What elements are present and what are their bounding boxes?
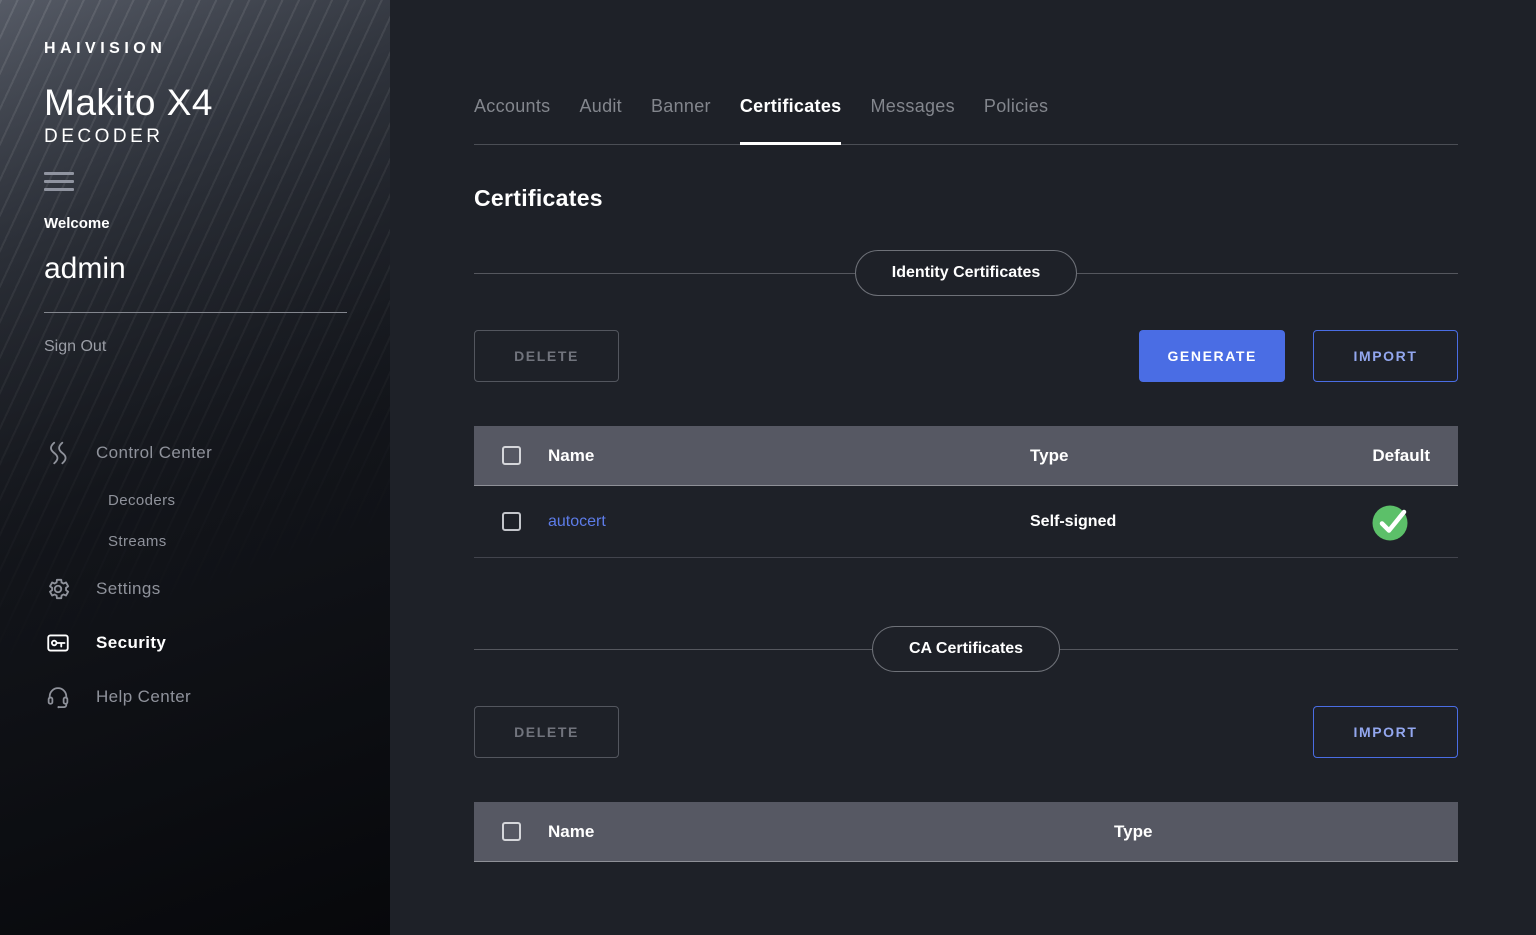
tab-accounts[interactable]: Accounts: [474, 96, 550, 144]
divider-line: [1077, 273, 1458, 274]
sidebar-item-control-center[interactable]: Control Center: [44, 426, 390, 480]
certificate-type: Self-signed: [1030, 513, 1280, 531]
table-row: autocert Self-signed: [474, 486, 1458, 558]
ca-import-button[interactable]: IMPORT: [1313, 706, 1458, 758]
sidebar-item-settings[interactable]: Settings: [44, 562, 390, 616]
sign-out-link[interactable]: Sign Out: [44, 338, 106, 356]
ca-delete-button[interactable]: DELETE: [474, 706, 619, 758]
column-header-type: Type: [1030, 446, 1280, 466]
sidebar-item-security[interactable]: Security: [44, 616, 390, 670]
product-line: DECODER: [44, 126, 390, 148]
haivision-logo: HAIVISION: [44, 40, 390, 58]
ca-certificates-table: Name Type: [474, 802, 1458, 862]
select-all-checkbox[interactable]: [502, 822, 521, 841]
page-title: Certificates: [474, 185, 1458, 212]
identity-generate-button[interactable]: GENERATE: [1139, 330, 1285, 382]
product-name: Makito X4: [44, 82, 390, 124]
default-check-icon[interactable]: [1370, 502, 1410, 542]
divider-line: [474, 649, 872, 650]
sidebar-item-label: Security: [96, 633, 166, 653]
identity-certificates-section-header: Identity Certificates: [474, 250, 1458, 296]
column-header-default: Default: [1372, 446, 1430, 466]
gear-icon: [44, 575, 72, 603]
row-checkbox[interactable]: [502, 512, 521, 531]
identity-certificates-pill: Identity Certificates: [855, 250, 1077, 296]
headset-icon: [44, 683, 72, 711]
settings-tabbar: Accounts Audit Banner Certificates Messa…: [474, 96, 1458, 145]
identity-toolbar: DELETE GENERATE IMPORT: [474, 330, 1458, 382]
column-header-type: Type: [1114, 822, 1430, 842]
identity-import-button[interactable]: IMPORT: [1313, 330, 1458, 382]
identity-certificates-table: Name Type Default autocert Self-signed: [474, 426, 1458, 558]
sidebar-item-label: Control Center: [96, 443, 212, 463]
sidebar-nav: Control Center Decoders Streams Settings…: [44, 426, 390, 724]
divider-line: [1060, 649, 1458, 650]
sidebar: HAIVISION Makito X4 DECODER Welcome admi…: [0, 0, 390, 935]
welcome-label: Welcome: [44, 215, 390, 232]
sidebar-item-label: Help Center: [96, 687, 191, 707]
sidebar-item-help-center[interactable]: Help Center: [44, 670, 390, 724]
sidebar-divider: [44, 312, 347, 313]
sidebar-item-streams[interactable]: Streams: [44, 521, 167, 562]
main-content: Accounts Audit Banner Certificates Messa…: [390, 0, 1536, 935]
sidebar-item-decoders[interactable]: Decoders: [44, 480, 175, 521]
menu-icon[interactable]: [44, 172, 74, 191]
ca-toolbar: DELETE IMPORT: [474, 706, 1458, 758]
security-icon: [44, 629, 72, 657]
ca-certificates-pill: CA Certificates: [872, 626, 1060, 672]
tab-banner[interactable]: Banner: [651, 96, 711, 144]
ca-certificates-section-header: CA Certificates: [474, 626, 1458, 672]
tab-policies[interactable]: Policies: [984, 96, 1048, 144]
identity-delete-button[interactable]: DELETE: [474, 330, 619, 382]
control-center-icon: [44, 439, 72, 467]
tab-messages[interactable]: Messages: [870, 96, 954, 144]
sidebar-item-label: Settings: [96, 579, 161, 599]
select-all-checkbox[interactable]: [502, 446, 521, 465]
certificate-name-link[interactable]: autocert: [548, 513, 606, 531]
tab-certificates[interactable]: Certificates: [740, 96, 842, 144]
column-header-name: Name: [548, 822, 1114, 842]
identity-table-header: Name Type Default: [474, 426, 1458, 486]
column-header-name: Name: [548, 446, 1030, 466]
tab-audit[interactable]: Audit: [579, 96, 622, 144]
username: admin: [44, 252, 390, 286]
divider-line: [474, 273, 855, 274]
ca-table-header: Name Type: [474, 802, 1458, 862]
